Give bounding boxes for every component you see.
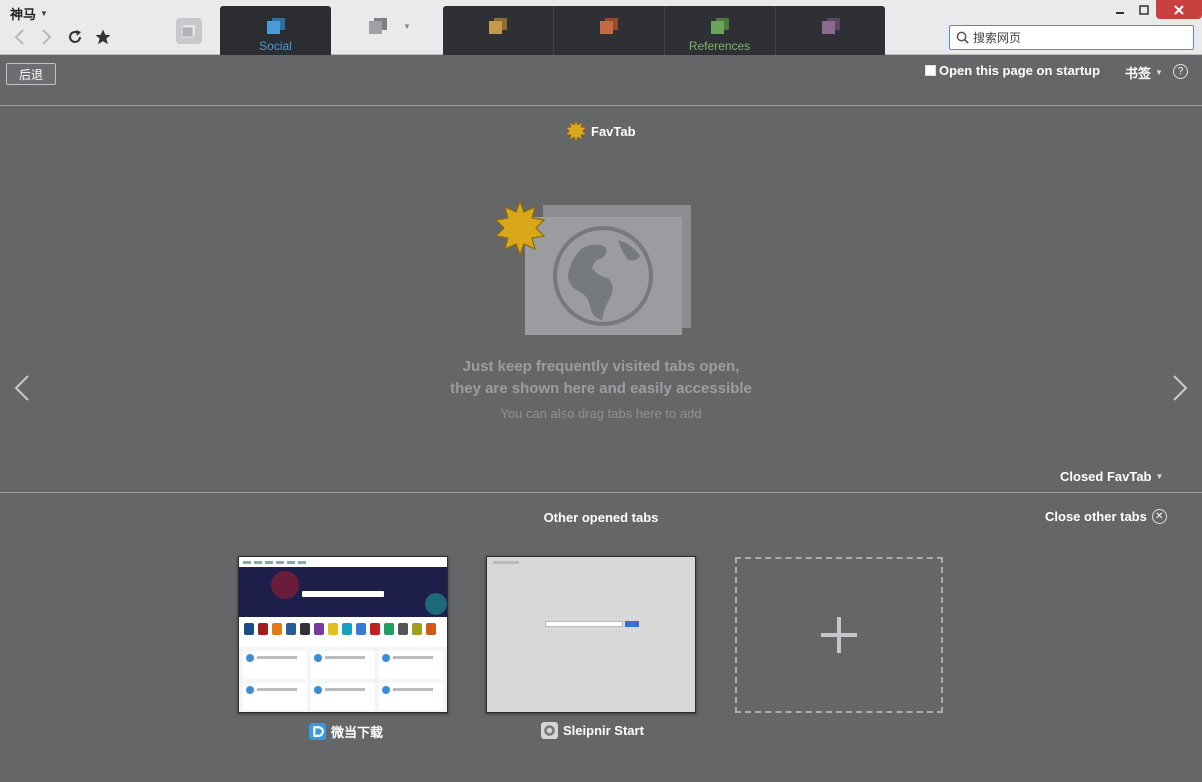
tab-group-red[interactable] — [553, 6, 663, 55]
add-tab-tile[interactable] — [735, 557, 943, 713]
divider — [0, 492, 1202, 493]
tab-caption: 微当下载 — [309, 722, 383, 741]
windows-icon — [181, 25, 195, 38]
search-box — [949, 25, 1194, 50]
close-window-button[interactable] — [1156, 0, 1202, 19]
tab-group-references[interactable]: References — [664, 6, 774, 55]
close-other-tabs-button[interactable]: Close other tabs ✕ — [1045, 509, 1167, 524]
minimize-button[interactable] — [1108, 0, 1132, 19]
site-favicon-icon — [309, 723, 326, 740]
thumbnail-hero — [239, 567, 447, 617]
thumbnail-icon-row — [239, 617, 447, 647]
nav-buttons — [8, 26, 114, 48]
reload-icon — [69, 30, 81, 43]
favtab-message-line2: they are shown here and easily accessibl… — [450, 380, 752, 397]
tab-caption-label: Sleipnir Start — [563, 723, 644, 738]
favtab-title: FavTab — [565, 120, 636, 142]
divider — [0, 105, 1202, 106]
plus-icon — [821, 617, 857, 653]
maximize-button[interactable] — [1132, 0, 1156, 19]
tab-group-purple[interactable] — [775, 6, 885, 55]
favtab-badge-icon — [565, 120, 587, 142]
tab-group-orange[interactable] — [443, 6, 553, 55]
tab-group-icon — [369, 18, 388, 34]
help-button[interactable]: ? — [1173, 64, 1188, 79]
thumbnail-searchbar — [545, 621, 623, 627]
chevron-down-icon: ▼ — [1155, 472, 1164, 481]
favtab-drag-hint: You can also drag tabs here to add — [500, 406, 702, 421]
next-page-arrow[interactable] — [1170, 374, 1190, 402]
startup-label: Open this page on startup — [939, 63, 1101, 78]
tab-thumbnail[interactable] — [238, 556, 448, 713]
favtab-placeholder-illustration — [494, 200, 691, 335]
minimize-icon — [1116, 11, 1124, 14]
search-icon — [956, 31, 969, 44]
window-controls — [1108, 0, 1202, 19]
tab-caption: Sleipnir Start — [541, 722, 644, 739]
maximize-icon — [1139, 4, 1149, 15]
tab-caption-label: 微当下载 — [331, 725, 384, 740]
back-button[interactable]: 后退 — [6, 63, 56, 85]
sleipnir-favicon-icon — [541, 722, 558, 739]
startup-checkbox[interactable] — [925, 65, 936, 76]
startup-option[interactable]: Open this page on startup — [925, 63, 1100, 78]
closed-favtab-label: Closed FavTab — [1060, 469, 1152, 484]
bookmarks-menu[interactable]: 书签 ▼ — [1125, 63, 1163, 82]
close-circle-icon: ✕ — [1151, 509, 1167, 524]
back-nav-button[interactable] — [8, 26, 30, 48]
tab-group-icon — [710, 18, 729, 34]
tab-thumbnail[interactable] — [486, 556, 696, 713]
tab-group-strip: References — [443, 6, 885, 55]
tab-group-icon — [266, 18, 285, 34]
tab-group-social[interactable]: Social — [220, 6, 331, 55]
tab-group-label: References — [688, 39, 751, 53]
bookmark-star-button[interactable] — [92, 26, 114, 48]
thumbnail-list — [239, 647, 447, 712]
tab-group-default[interactable]: ▼ — [331, 6, 443, 55]
favtab-title-label: FavTab — [591, 123, 636, 139]
tab-overview-button[interactable] — [176, 18, 202, 44]
close-other-tabs-label: Close other tabs — [1045, 509, 1147, 524]
thumbnail-header — [239, 557, 447, 567]
tab-group-icon — [599, 18, 618, 34]
chevron-down-icon: ▼ — [40, 9, 48, 18]
favtab-message-line1: Just keep frequently visited tabs open, — [462, 358, 740, 375]
chevron-down-icon: ▼ — [1155, 68, 1163, 77]
closed-favtab-menu[interactable]: Closed FavTab ▼ — [1060, 469, 1163, 484]
chevron-right-icon — [42, 29, 52, 45]
app-menu-label: 神马 — [10, 7, 37, 22]
tab-group-icon — [489, 18, 507, 34]
star-icon — [95, 29, 111, 45]
thumbnail-header — [493, 561, 519, 564]
app-menu[interactable]: 神马 ▼ — [10, 4, 48, 23]
browser-chrome: 神马 ▼ Social ▼ References 搜索网页 — [0, 0, 1202, 55]
search-input[interactable] — [973, 30, 1183, 45]
thumbnail-search-button — [625, 621, 639, 627]
close-icon — [1174, 4, 1184, 15]
tab-group-icon — [821, 18, 840, 34]
prev-page-arrow[interactable] — [12, 374, 32, 402]
bookmarks-label: 书签 — [1125, 66, 1152, 81]
other-tabs-title: Other opened tabs — [543, 510, 659, 525]
chevron-down-icon: ▼ — [403, 22, 411, 31]
forward-nav-button[interactable] — [36, 26, 58, 48]
tab-group-label: Social — [259, 39, 292, 53]
chevron-left-icon — [14, 29, 24, 45]
reload-button[interactable] — [64, 26, 86, 48]
